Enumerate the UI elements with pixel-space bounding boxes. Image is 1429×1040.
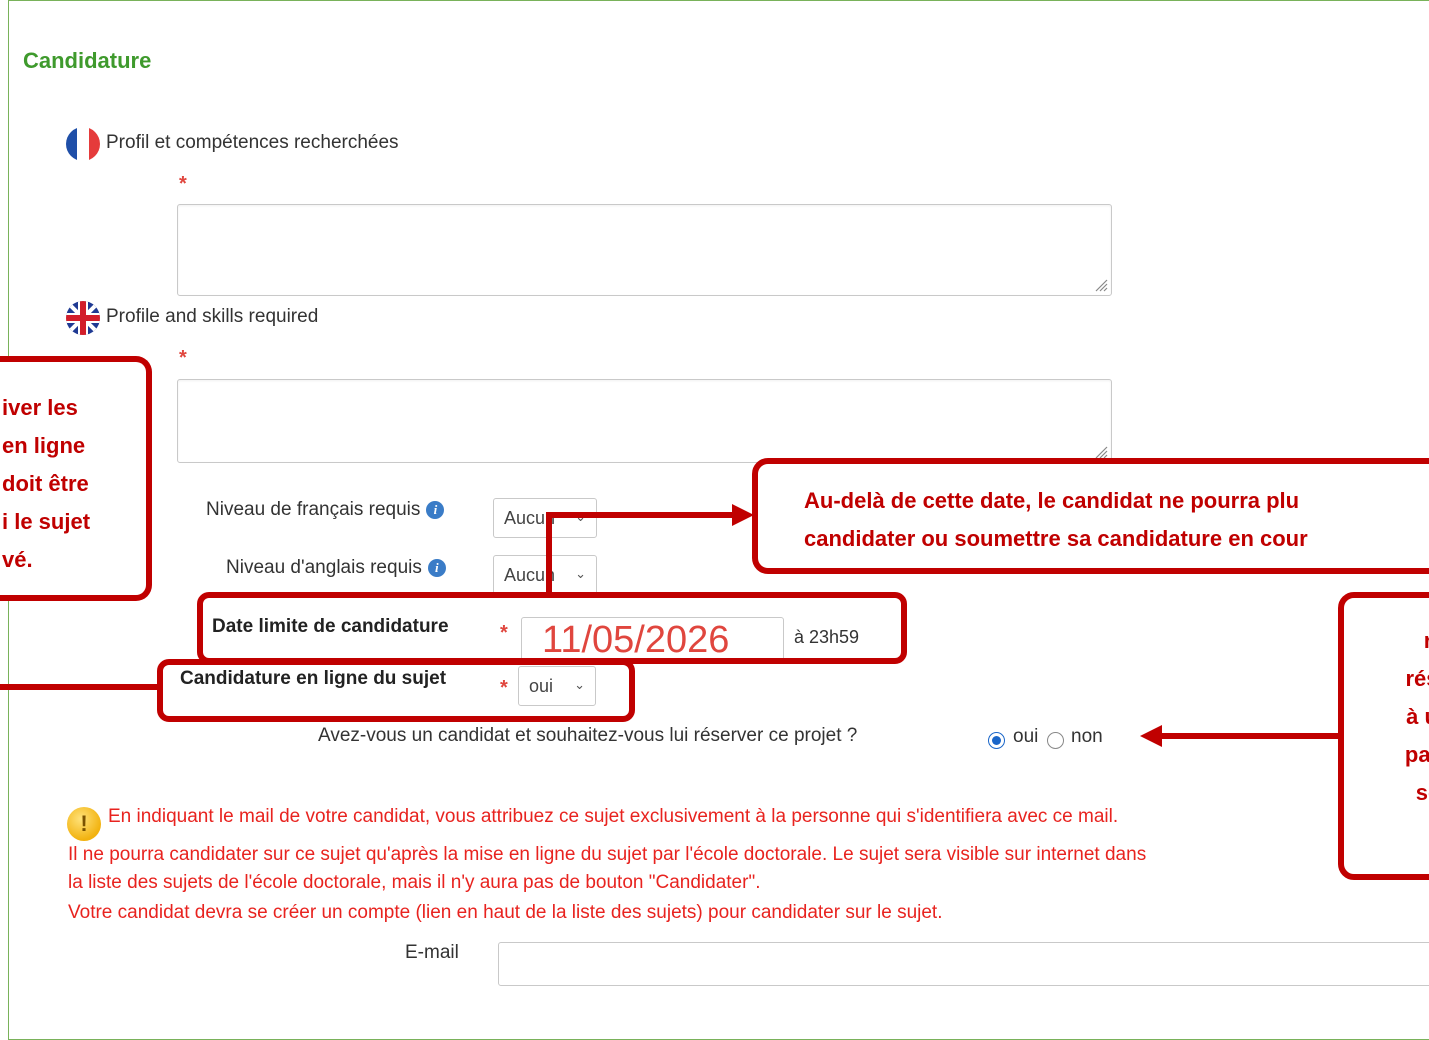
info-icon[interactable]: i [427, 558, 446, 577]
french-level-label-text: Niveau de français requis [206, 499, 421, 520]
email-label: E-mail [405, 942, 459, 963]
english-level-label-text: Niveau d'anglais requis [226, 557, 422, 578]
connector-line [0, 684, 160, 690]
profile-fr-textarea[interactable] [177, 204, 1112, 296]
profile-fr-required-mark: * [179, 173, 187, 195]
right-callout-line: r [1423, 628, 1429, 653]
left-callout-line: vé. [2, 547, 33, 572]
reserve-no-radio[interactable] [1047, 732, 1064, 749]
right-callout: r rés à u par se c [1338, 592, 1429, 880]
online-application-highlight-box [157, 659, 635, 722]
resize-grip-icon[interactable] [1094, 445, 1108, 459]
warning-icon: ! [67, 807, 101, 841]
right-callout-line: rés [1405, 666, 1429, 691]
resize-grip-icon[interactable] [1094, 278, 1108, 292]
french-level-label: Niveau de français requis i [206, 499, 445, 521]
arrowhead-left-icon [1140, 725, 1162, 747]
french-flag-icon [66, 127, 100, 161]
email-input[interactable] [498, 942, 1429, 986]
section-title: Candidature [23, 48, 152, 73]
arrowhead-right-icon [732, 504, 754, 526]
connector-line [546, 512, 734, 518]
chevron-down-icon: ⌄ [575, 566, 586, 581]
top-callout-line: candidater ou soumettre sa candidature e… [804, 526, 1308, 551]
right-callout-line: se [1415, 780, 1429, 805]
deadline-highlight-box [197, 592, 907, 664]
profile-en-textarea[interactable] [177, 379, 1112, 463]
left-callout-line: i le sujet [2, 509, 91, 534]
profile-en-required-mark: * [179, 347, 187, 369]
reserve-yes-label: oui [1013, 726, 1039, 747]
uk-flag-icon [66, 301, 100, 335]
reserve-no-label: non [1071, 726, 1103, 747]
french-level-select[interactable]: Aucun ⌄ [493, 498, 597, 538]
reserve-yes-radio[interactable] [988, 732, 1005, 749]
right-callout-line: par [1404, 742, 1429, 767]
reserve-question: Avez-vous un candidat et souhaitez-vous … [318, 725, 858, 746]
profile-fr-label: Profil et compétences recherchées [106, 132, 399, 153]
english-level-label: Niveau d'anglais requis i [226, 557, 446, 579]
connector-line [546, 512, 552, 594]
top-callout-line: Au-delà de cette date, le candidat ne po… [804, 488, 1300, 513]
connector-line [1160, 733, 1340, 739]
right-callout-line: c [1344, 812, 1429, 850]
left-callout-line: doit être [2, 471, 89, 496]
right-callout-line: à u [1406, 704, 1429, 729]
info-icon[interactable]: i [426, 500, 445, 519]
left-callout-line: iver les [2, 395, 78, 420]
warning-line-1: En indiquant le mail de votre candidat, … [108, 806, 1119, 827]
profile-en-label: Profile and skills required [106, 306, 319, 327]
warning-line-3: la liste des sujets de l'école doctorale… [68, 872, 761, 893]
left-callout-line: en ligne [2, 433, 86, 458]
left-callout: iver les en ligne doit être i le sujet v… [0, 356, 152, 601]
warning-line-4: Votre candidat devra se créer un compte … [68, 902, 943, 923]
warning-line-2: Il ne pourra candidater sur ce sujet qu'… [68, 844, 1147, 865]
english-level-select[interactable]: Aucun ⌄ [493, 555, 597, 595]
top-callout: Au-delà de cette date, le candidat ne po… [752, 458, 1429, 574]
